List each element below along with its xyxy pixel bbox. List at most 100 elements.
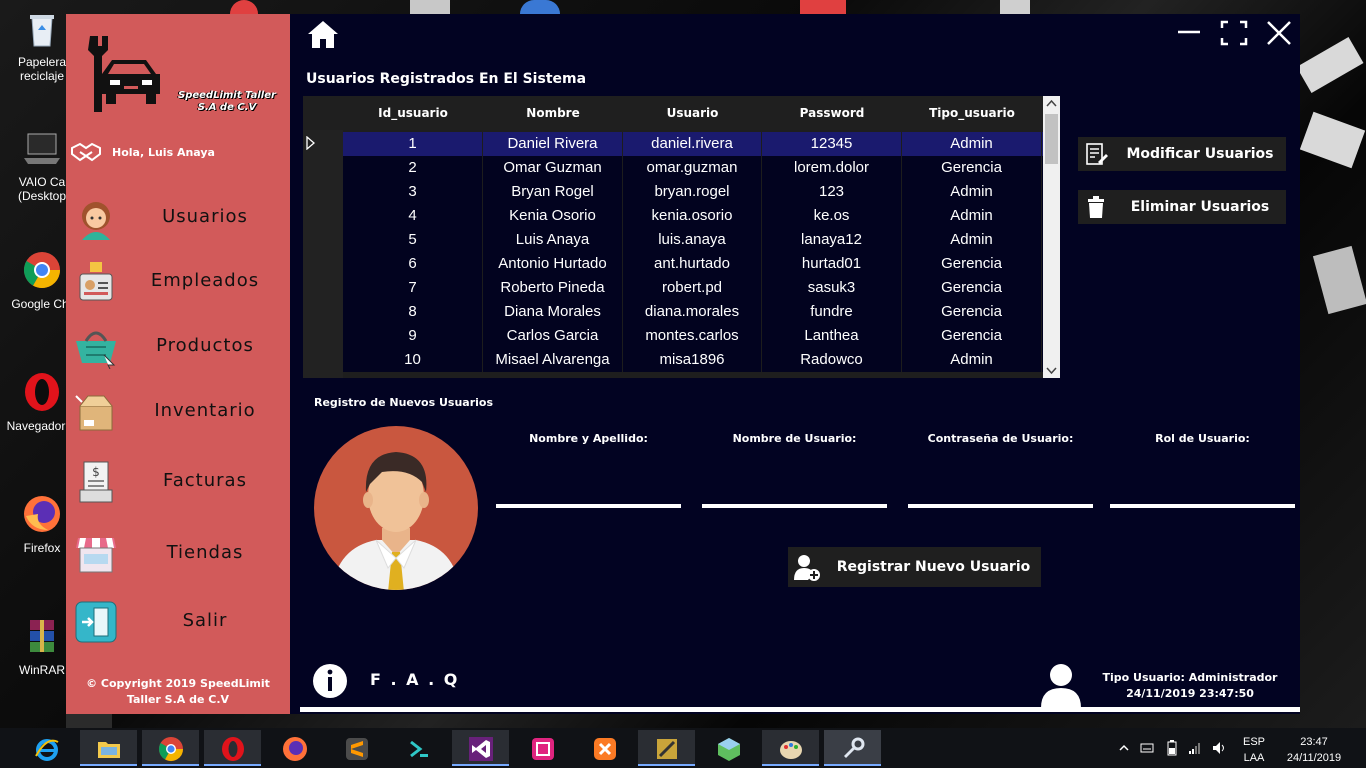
input-language[interactable]: ESP LAA xyxy=(1240,734,1268,768)
taskbar-cube-app[interactable] xyxy=(700,730,757,766)
greeting-text: Hola, Luis Anaya xyxy=(112,145,215,159)
column-header[interactable]: Password xyxy=(762,96,902,130)
table-cell: Bryan Rogel xyxy=(483,180,623,204)
table-cell: 2 xyxy=(343,156,483,180)
sidebar-item-empleados[interactable]: Empleados xyxy=(66,254,290,310)
recycle-bin-icon xyxy=(30,15,54,47)
table-row[interactable]: 8 Diana Morales diana.morales fundre Gerenci… xyxy=(343,300,1043,324)
taskbar-terminal[interactable] xyxy=(390,730,447,766)
table-cell: 10 xyxy=(343,348,483,372)
table-cell: Admin xyxy=(902,348,1042,372)
role-label: Rol de Usuario: xyxy=(1155,432,1250,445)
sidebar-item-tiendas[interactable]: Tiendas xyxy=(66,526,290,582)
taskbar-xampp[interactable] xyxy=(576,730,633,766)
home-icon[interactable] xyxy=(306,18,340,50)
scrollbar-thumb[interactable] xyxy=(1045,114,1058,164)
role-field[interactable] xyxy=(1110,484,1295,508)
table-row[interactable]: 5 Luis Anaya luis.anaya lanaya12 Admin xyxy=(343,228,1043,252)
sidebar-item-label: Facturas xyxy=(163,470,247,491)
table-cell: Admin xyxy=(902,180,1042,204)
info-icon[interactable] xyxy=(311,662,349,700)
table-cell: Misael Alvarenga xyxy=(483,348,623,372)
fullname-label: Nombre y Apellido: xyxy=(529,432,648,445)
taskbar-chrome[interactable] xyxy=(142,730,199,766)
opera-icon xyxy=(25,373,59,411)
terminal-icon xyxy=(410,740,428,758)
sidebar-item-usuarios[interactable]: Usuarios xyxy=(66,190,290,246)
taskbar-ie[interactable] xyxy=(18,730,75,766)
password-field[interactable] xyxy=(908,484,1093,508)
table-cell: montes.carlos xyxy=(623,324,762,348)
table-row[interactable]: 3 Bryan Rogel bryan.rogel 123 Admin xyxy=(343,180,1043,204)
table-header: Id_usuario Nombre Usuario Password Tipo_… xyxy=(303,96,1043,130)
taskbar-current-app[interactable] xyxy=(824,730,881,766)
row-header-column xyxy=(303,130,343,378)
minimize-icon[interactable] xyxy=(1170,18,1206,48)
table-row[interactable]: 6 Antonio Hurtado ant.hurtado hurtad01 Geren… xyxy=(343,252,1043,276)
column-header[interactable]: Tipo_usuario xyxy=(902,96,1042,130)
user-greeting: Hola, Luis Anaya xyxy=(70,138,215,166)
table-row[interactable]: 2 Omar Guzman omar.guzman lorem.dolor Gerenc… xyxy=(343,156,1043,180)
taskbar-clock[interactable]: 23:47 24/11/2019 xyxy=(1276,734,1352,768)
user-type-text: Tipo Usuario: Administrador xyxy=(1102,671,1278,684)
table-row[interactable]: 1 Daniel Rivera daniel.rivera 12345 Admin xyxy=(343,132,1043,156)
table-cell: lanaya12 xyxy=(762,228,902,252)
taskbar-firefox[interactable] xyxy=(266,730,323,766)
brand-name: SpeedLimit Taller S.A de C.V xyxy=(178,90,276,113)
footer-divider xyxy=(300,707,1300,712)
table-cell: Luis Anaya xyxy=(483,228,623,252)
taskbar-tools[interactable] xyxy=(638,730,695,766)
app-window: SpeedLimit Taller S.A de C.V Hola, Luis … xyxy=(66,14,1300,714)
sidebar-item-inventario[interactable]: Inventario xyxy=(66,384,290,440)
table-cell: diana.morales xyxy=(623,300,762,324)
fullname-field[interactable] xyxy=(496,484,681,508)
table-row[interactable]: 10 Misael Alvarenga misa1896 Radowco Admin xyxy=(343,348,1043,372)
table-cell: hurtad01 xyxy=(762,252,902,276)
volume-icon[interactable] xyxy=(1212,741,1228,755)
register-user-button[interactable]: Registrar Nuevo Usuario xyxy=(788,547,1041,587)
taskbar-paint[interactable] xyxy=(762,730,819,766)
table-cell: Lanthea xyxy=(762,324,902,348)
sidebar: SpeedLimit Taller S.A de C.V Hola, Luis … xyxy=(66,14,290,714)
users-table[interactable]: Id_usuario Nombre Usuario Password Tipo_… xyxy=(303,96,1060,378)
sidebar-item-label: Usuarios xyxy=(162,206,248,227)
column-header[interactable]: Nombre xyxy=(483,96,623,130)
table-row[interactable]: 4 Kenia Osorio kenia.osorio ke.os Admin xyxy=(343,204,1043,228)
faq-link[interactable]: F . A . Q xyxy=(370,670,459,689)
maximize-icon[interactable] xyxy=(1216,18,1252,48)
battery-icon[interactable] xyxy=(1166,740,1178,756)
close-icon[interactable] xyxy=(1260,18,1296,48)
taskbar-visual-studio[interactable] xyxy=(452,730,509,766)
column-header[interactable]: Usuario xyxy=(623,96,762,130)
brand-logo: SpeedLimit Taller S.A de C.V xyxy=(76,32,286,132)
table-scrollbar[interactable] xyxy=(1043,96,1060,378)
table-row[interactable]: 9 Carlos Garcia montes.carlos Lanthea Gerenc… xyxy=(343,324,1043,348)
sidebar-item-productos[interactable]: Productos xyxy=(66,319,290,375)
table-cell: lorem.dolor xyxy=(762,156,902,180)
table-cell: 1 xyxy=(343,132,483,156)
username-label: Nombre de Usuario: xyxy=(732,432,857,445)
keyboard-icon[interactable] xyxy=(1140,742,1154,754)
tray-overflow-icon[interactable] xyxy=(1118,742,1130,754)
sidebar-item-label: Tiendas xyxy=(166,542,244,563)
taskbar-opera[interactable] xyxy=(204,730,261,766)
current-row-indicator-icon xyxy=(306,136,315,150)
shopping-basket-icon xyxy=(76,331,116,369)
table-cell: omar.guzman xyxy=(623,156,762,180)
table-cell: Admin xyxy=(902,228,1042,252)
modify-users-button[interactable]: Modificar Usuarios xyxy=(1078,137,1286,171)
sidebar-item-salir[interactable]: Salir xyxy=(66,594,290,650)
sidebar-item-facturas[interactable]: $ Facturas xyxy=(66,454,290,510)
delete-users-button[interactable]: Eliminar Usuarios xyxy=(1078,190,1286,224)
column-header[interactable]: Id_usuario xyxy=(343,96,483,130)
scroll-up-icon[interactable] xyxy=(1043,96,1060,112)
scroll-down-icon[interactable] xyxy=(1043,362,1060,378)
taskbar-webstorm[interactable] xyxy=(514,730,571,766)
username-field[interactable] xyxy=(702,484,887,508)
taskbar-sublime[interactable] xyxy=(328,730,385,766)
table-cell: 9 xyxy=(343,324,483,348)
taskbar-file-explorer[interactable] xyxy=(80,730,137,766)
network-icon[interactable] xyxy=(1188,741,1202,755)
firefox-icon xyxy=(283,737,307,761)
table-row[interactable]: 7 Roberto Pineda robert.pd sasuk3 Gerencia xyxy=(343,276,1043,300)
